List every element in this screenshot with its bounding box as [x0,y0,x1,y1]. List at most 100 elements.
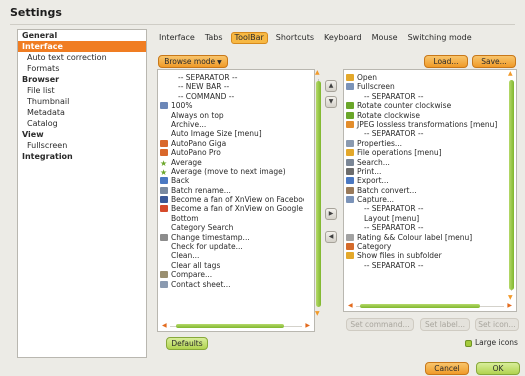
list-item[interactable]: File operations [menu] [346,148,506,157]
scroll-left-icon[interactable]: ◀ [348,302,353,309]
scroll-right-icon[interactable]: ▶ [507,302,512,309]
toolbar-items-list[interactable]: Open Fullscreen -- SEPARATOR -- Rotate coun… [343,69,517,312]
move-up-button[interactable]: ▲ [325,80,337,92]
list-item[interactable]: Always on top [160,111,304,120]
tab-toolbar[interactable]: ToolBar [230,32,268,44]
category-list[interactable]: General Interface Auto text correction Form… [17,29,147,358]
list-item[interactable]: Rating && Colour label [menu] [346,233,506,242]
scroll-right-icon[interactable]: ▶ [305,322,310,329]
list-item[interactable]: Search... [346,158,506,167]
cancel-button[interactable]: Cancel [425,362,469,375]
list-item[interactable]: -- SEPARATOR -- [346,261,506,270]
list-item[interactable]: -- SEPARATOR -- [160,73,304,82]
list-item[interactable]: -- NEW BAR -- [160,82,304,91]
move-down-button[interactable]: ▼ [325,96,337,108]
list-item[interactable]: Clean... [160,251,304,260]
list-item[interactable]: Check for update... [160,242,304,251]
set-label-button[interactable]: Set label... [420,318,470,331]
list-item[interactable]: JPEG lossless transformations [menu] [346,120,506,129]
category-item[interactable]: Integration [18,151,146,162]
rating-icon [346,233,354,241]
tab-keyboard[interactable]: Keyboard [322,32,364,44]
large-icons-checkbox[interactable] [465,340,472,347]
ok-button[interactable]: OK [476,362,520,375]
category-item[interactable]: Formats [18,63,146,74]
category-item[interactable]: Catalog [18,118,146,129]
list-item[interactable]: Back [160,176,304,185]
scroll-down-icon[interactable]: ▼ [315,310,320,317]
category-item[interactable]: Interface [18,41,146,52]
list-item[interactable]: Become a fan of XnView on Google [160,204,304,213]
list-item[interactable]: AutoPano Giga [160,139,304,148]
list-item[interactable]: Show files in subfolder [346,251,506,260]
list-item[interactable]: Layout [menu] [346,214,506,223]
list-item[interactable]: Compare... [160,270,304,279]
tab-mouse[interactable]: Mouse [370,32,400,44]
list-item-label: Become a fan of XnView on Google [171,204,303,214]
tab-tabs[interactable]: Tabs [203,32,225,44]
tab-interface[interactable]: Interface [157,32,197,44]
set-icon-button[interactable]: Set icon... [475,318,519,331]
category-item[interactable]: Thumbnail [18,96,146,107]
list-item[interactable]: Category [346,242,506,251]
list-item[interactable]: Rotate clockwise [346,111,506,120]
list-item[interactable]: Auto Image Size [menu] [160,129,304,138]
list-item[interactable]: -- COMMAND -- [160,92,304,101]
list-item[interactable]: Category Search [160,223,304,232]
category-item[interactable]: Browser [18,74,146,85]
list-item[interactable]: Batch rename... [160,186,304,195]
mode-select[interactable]: Browse mode ▼ [158,55,228,68]
scroll-up-icon[interactable]: ▲ [315,69,320,76]
tab-switching-mode[interactable]: Switching mode [406,32,474,44]
list-item[interactable]: -- SEPARATOR -- [346,223,506,232]
add-to-toolbar-button[interactable]: ▶ [325,208,337,220]
toolbar-items-vscroll[interactable]: ▲ ▼ [508,70,514,301]
category-item[interactable]: View [18,129,146,140]
category-item[interactable]: General [18,30,146,41]
category-item[interactable]: File list [18,85,146,96]
vscroll-thumb[interactable] [316,81,321,307]
list-item-label: Bottom [171,213,199,223]
list-item[interactable]: Open [346,73,506,82]
list-item[interactable]: Bottom [160,214,304,223]
list-item[interactable]: Export... [346,176,506,185]
list-item[interactable]: Clear all tags [160,261,304,270]
tab-shortcuts[interactable]: Shortcuts [274,32,316,44]
scroll-left-icon[interactable]: ◀ [162,322,167,329]
list-item[interactable]: -- SEPARATOR -- [346,204,506,213]
list-item[interactable]: ★ Average [160,158,304,167]
list-item[interactable]: Change timestamp... [160,233,304,242]
scroll-up-icon[interactable]: ▲ [508,70,513,77]
list-item[interactable]: -- SEPARATOR -- [346,92,506,101]
list-item[interactable]: Capture... [346,195,506,204]
list-item[interactable]: Become a fan of XnView on Facebook [160,195,304,204]
list-item[interactable]: ★ Average (move to next image) [160,167,304,176]
list-item[interactable]: 100% [160,101,304,110]
scroll-down-icon[interactable]: ▼ [508,294,513,301]
available-commands-list[interactable]: -- SEPARATOR -- -- NEW BAR -- -- COMMAND -… [157,69,315,332]
available-commands-vscroll[interactable]: ▲ ▼ [315,69,322,317]
list-item[interactable]: Fullscreen [346,82,506,91]
toolbar-items-hscroll[interactable]: ◀ ▶ [348,302,512,309]
list-item[interactable]: Archive... [160,120,304,129]
category-item[interactable]: Fullscreen [18,140,146,151]
hscroll-thumb[interactable] [176,324,284,328]
arrow-up-icon: ▲ [328,82,334,89]
set-command-button[interactable]: Set command... [346,318,414,331]
defaults-button[interactable]: Defaults [166,337,208,350]
save-button[interactable]: Save... [472,55,516,68]
category-item[interactable]: Metadata [18,107,146,118]
vscroll-thumb[interactable] [509,80,514,290]
list-item[interactable]: AutoPano Pro [160,148,304,157]
category-item[interactable]: Auto text correction [18,52,146,63]
list-item[interactable]: Rotate counter clockwise [346,101,506,110]
list-item[interactable]: Print... [346,167,506,176]
load-button[interactable]: Load... [424,55,468,68]
remove-from-toolbar-button[interactable]: ◀ [325,231,337,243]
list-item[interactable]: Properties... [346,139,506,148]
list-item[interactable]: Contact sheet... [160,280,304,289]
hscroll-thumb[interactable] [360,304,480,308]
list-item[interactable]: Batch convert... [346,186,506,195]
list-item[interactable]: -- SEPARATOR -- [346,129,506,138]
available-commands-hscroll[interactable]: ◀ ▶ [162,322,310,329]
